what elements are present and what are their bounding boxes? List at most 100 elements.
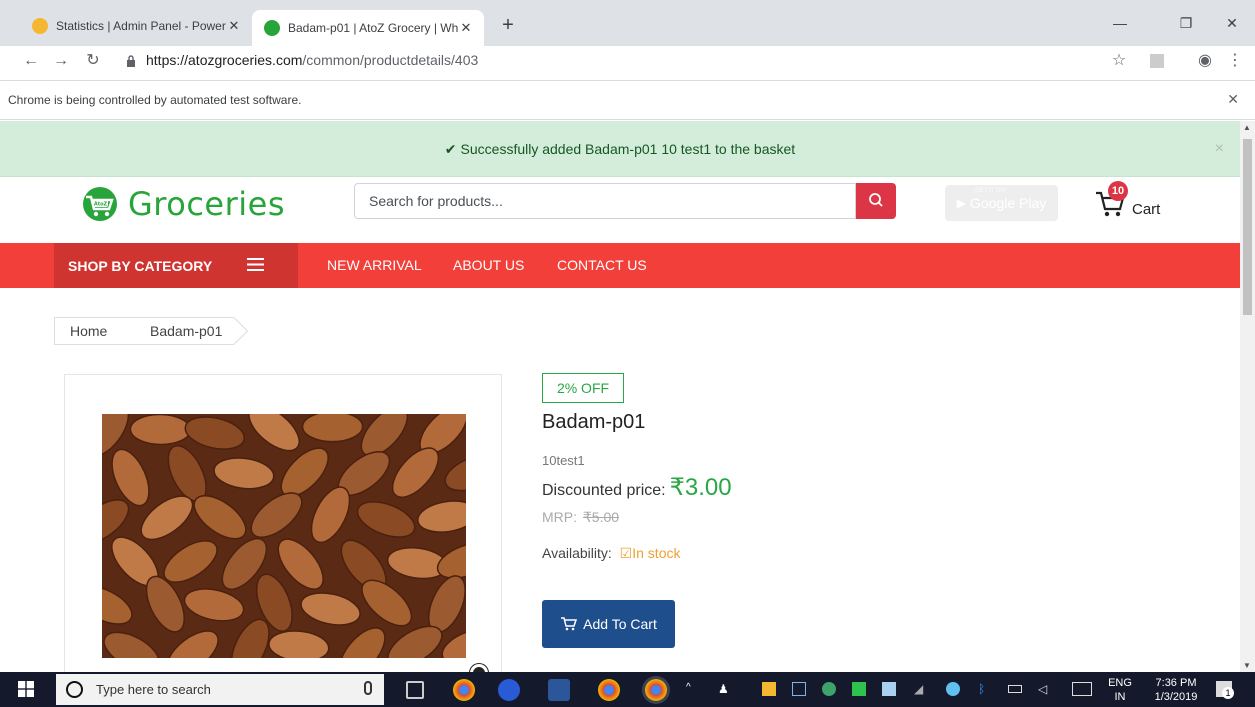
shop-by-category-label: SHOP BY CATEGORY <box>68 257 213 274</box>
browser-toolbar: ← → ↻ https://atozgroceries.com/common/p… <box>0 46 1255 76</box>
microphone-icon[interactable] <box>364 681 372 695</box>
product-image[interactable] <box>102 414 466 658</box>
page-scrollbar[interactable]: ▲ ▼ <box>1240 121 1255 672</box>
url-path: /common/productdetails/403 <box>302 52 479 68</box>
bookmark-star-icon[interactable]: ☆ <box>1108 50 1130 72</box>
chrome-taskbar-icon[interactable] <box>453 679 475 701</box>
site-logo[interactable]: AtoZ Groceries <box>78 185 285 223</box>
alert-message: Successfully added Badam-p01 10 test1 to… <box>460 141 796 157</box>
breadcrumb-current: Badam-p01 <box>126 316 249 346</box>
availability-label: Availability: <box>542 545 612 561</box>
gplay-label: Google Play <box>969 195 1047 211</box>
success-alert: ✔ Successfully added Badam-p01 10 test1 t… <box>0 121 1240 177</box>
tray-app-icon-2[interactable] <box>792 682 806 696</box>
language-indicator[interactable]: ENG IN <box>1106 676 1134 704</box>
url-bar[interactable]: https://atozgroceries.com/common/product… <box>146 52 478 68</box>
close-tab-icon[interactable]: ✕ <box>458 20 474 36</box>
tray-app-icon-5[interactable] <box>882 682 896 696</box>
gplay-small-text: GET IT ON <box>975 188 1005 194</box>
restore-icon[interactable]: ❐ <box>1163 10 1209 36</box>
bluetooth-icon[interactable]: ᛒ <box>978 682 992 696</box>
close-infobar-icon[interactable]: ✕ <box>1227 91 1239 108</box>
new-tab-icon[interactable]: + <box>496 14 520 38</box>
profile-icon[interactable]: ◉ <box>1194 50 1216 72</box>
google-play-badge[interactable]: GET IT ON ▶ Google Play <box>945 185 1058 221</box>
add-cart-icon <box>561 617 578 631</box>
extension-icon[interactable] <box>1146 50 1168 72</box>
cortana-icon <box>66 681 83 698</box>
scrollbar-thumb[interactable] <box>1243 139 1252 315</box>
search-icon <box>869 193 883 207</box>
automation-infobar: Chrome is being controlled by automated … <box>0 80 1255 120</box>
task-view-icon[interactable] <box>406 681 424 699</box>
chrome-taskbar-icon-2[interactable] <box>598 679 620 701</box>
reload-icon[interactable]: ↻ <box>82 50 104 72</box>
word-taskbar-icon[interactable] <box>548 679 570 701</box>
nav-contact-us[interactable]: CONTACT US <box>557 243 647 288</box>
keyboard-icon[interactable] <box>1072 682 1092 696</box>
app-taskbar-icon[interactable] <box>498 679 520 701</box>
breadcrumb-home[interactable]: Home <box>54 316 142 346</box>
tray-app-icon-6[interactable] <box>946 682 960 696</box>
cart-link[interactable]: 10 Cart <box>1094 181 1174 221</box>
tray-app-icon-1[interactable] <box>762 682 776 696</box>
discounted-price: Discounted price: ₹3.00 <box>542 473 732 502</box>
almond-shape <box>129 414 192 446</box>
add-to-cart-label: Add To Cart <box>583 616 657 632</box>
check-icon: ✔ <box>444 141 457 157</box>
cart-count-badge: 10 <box>1108 181 1128 201</box>
product-name: Badam-p01 <box>542 411 646 433</box>
system-clock[interactable]: 7:36 PM 1/3/2019 <box>1146 676 1206 704</box>
scroll-down-icon[interactable]: ▼ <box>1243 661 1251 670</box>
mrp-value: ₹5.00 <box>582 509 620 525</box>
main-navbar: SHOP BY CATEGORY NEW ARRIVAL ABOUT US CO… <box>0 243 1240 288</box>
browser-tabstrip: Statistics | Admin Panel - Powere ✕ Bada… <box>0 0 1255 46</box>
close-tab-icon[interactable]: ✕ <box>226 18 242 34</box>
lock-icon <box>127 55 135 67</box>
page-viewport: ✔ Successfully added Badam-p01 10 test1 t… <box>0 121 1240 672</box>
mrp-price: MRP: ₹5.00 <box>542 509 619 526</box>
scroll-up-icon[interactable]: ▲ <box>1243 123 1251 132</box>
minimize-icon[interactable]: — <box>1097 10 1143 36</box>
shop-by-category-button[interactable]: SHOP BY CATEGORY <box>54 243 298 288</box>
lang-top: ENG <box>1108 677 1132 689</box>
battery-icon[interactable] <box>1008 685 1022 693</box>
hamburger-icon <box>247 258 264 271</box>
close-alert-icon[interactable]: × <box>1215 121 1224 177</box>
close-window-icon[interactable]: ✕ <box>1209 10 1255 36</box>
breadcrumb-home-label: Home <box>70 323 108 339</box>
volume-icon[interactable]: ◁ <box>1038 682 1052 696</box>
tab-product[interactable]: Badam-p01 | AtoZ Grocery | Who ✕ <box>252 10 484 46</box>
nav-new-arrival[interactable]: NEW ARRIVAL <box>327 243 422 288</box>
cart-label: Cart <box>1132 201 1161 218</box>
forward-icon[interactable]: → <box>50 50 72 72</box>
windows-taskbar: Type here to search ^ ♟ ◢ ᛒ ◁ ENG IN 7:3… <box>0 672 1255 707</box>
notifications-icon[interactable]: 1 <box>1216 681 1234 699</box>
tray-app-icon-4[interactable] <box>852 682 866 696</box>
tray-app-icon-3[interactable] <box>822 682 836 696</box>
notification-count: 1 <box>1222 687 1234 699</box>
product-description: 10test1 <box>542 453 585 468</box>
tab-admin-panel[interactable]: Statistics | Admin Panel - Powere ✕ <box>20 14 252 38</box>
taskbar-search[interactable]: Type here to search <box>56 674 384 705</box>
wifi-icon[interactable]: ◢ <box>914 682 928 696</box>
tray-expand-icon[interactable]: ^ <box>686 682 700 696</box>
people-icon[interactable]: ♟ <box>718 682 732 696</box>
admin-favicon-icon <box>32 18 48 34</box>
search-input[interactable]: Search for products... <box>354 183 856 219</box>
search-button[interactable] <box>856 183 896 219</box>
chrome-taskbar-icon-active[interactable] <box>645 679 667 701</box>
product-image-box <box>64 374 502 672</box>
clock-time: 7:36 PM <box>1155 677 1197 689</box>
checkbox-check-icon: ☑ <box>619 545 633 561</box>
mrp-label: MRP: <box>542 509 577 525</box>
back-icon[interactable]: ← <box>20 50 42 72</box>
menu-dots-icon[interactable]: ⋮ <box>1224 50 1246 72</box>
nav-about-us[interactable]: ABOUT US <box>453 243 524 288</box>
add-to-cart-button[interactable]: Add To Cart <box>542 600 675 648</box>
breadcrumb: Home Badam-p01 <box>54 316 249 346</box>
zoom-icon[interactable] <box>470 664 488 672</box>
url-host: https://atozgroceries.com <box>146 52 303 68</box>
windows-start-icon[interactable] <box>18 681 34 697</box>
breadcrumb-end <box>219 316 249 346</box>
